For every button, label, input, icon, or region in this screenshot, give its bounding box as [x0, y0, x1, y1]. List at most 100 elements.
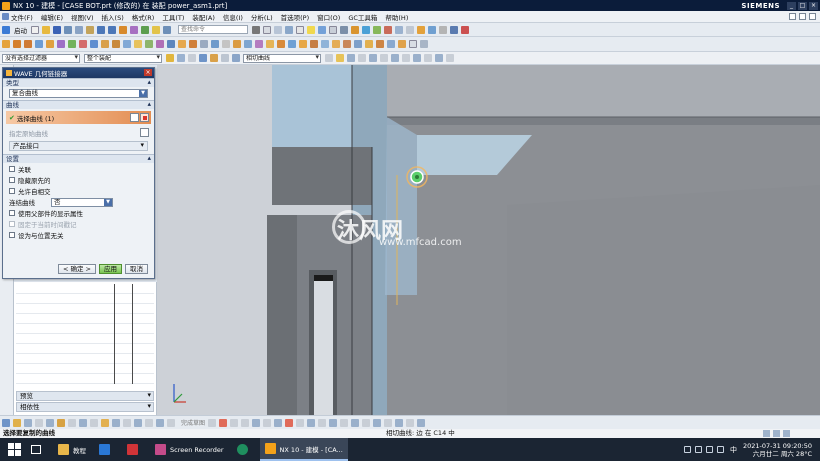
menu-tools[interactable]: 工具(T) [162, 12, 184, 22]
position-independent-option[interactable]: 设为与位置无关 [9, 230, 148, 240]
mirror-curve-icon[interactable] [329, 418, 338, 427]
offset-curve-icon[interactable] [299, 40, 307, 48]
close-button[interactable]: × [809, 1, 818, 10]
model-geometry[interactable] [157, 65, 820, 415]
status-icon[interactable] [763, 430, 770, 437]
cancel-button[interactable]: 取消 [125, 264, 148, 274]
command-search-input[interactable]: 查找命令 [178, 25, 248, 34]
menu-format[interactable]: 格式(R) [132, 12, 155, 22]
search-icon[interactable] [252, 25, 260, 34]
dependencies-section[interactable]: 相依性 [16, 402, 154, 412]
stop-at-intersection-icon[interactable] [325, 54, 333, 62]
hide-original-option[interactable]: 隐藏原先的 [9, 175, 148, 185]
conic-icon[interactable] [145, 418, 153, 427]
position-independent-checkbox[interactable] [9, 232, 15, 238]
clearance-icon[interactable] [406, 25, 414, 34]
taskbar-app-3[interactable] [122, 438, 147, 461]
quadrant-snap-icon[interactable] [402, 54, 410, 62]
status-icon[interactable] [773, 430, 780, 437]
menu-preferences[interactable]: 首选项(P) [281, 12, 310, 22]
line-icon[interactable] [244, 40, 252, 48]
intersect-icon[interactable] [90, 40, 98, 48]
sketch-line-red-icon[interactable] [219, 418, 228, 427]
work-layer-icon[interactable] [340, 25, 348, 34]
menu-insert[interactable]: 插入(S) [102, 12, 124, 22]
open-folder-icon[interactable] [42, 25, 50, 34]
product-interface-icon[interactable] [439, 25, 447, 34]
quickpick-icon[interactable] [210, 54, 218, 62]
taskbar-app-browser[interactable] [232, 438, 257, 461]
intersection-curve-icon[interactable] [288, 40, 296, 48]
datum-csys-icon[interactable] [222, 40, 230, 48]
volume-icon[interactable] [716, 446, 724, 453]
curve-rule-dropdown[interactable]: 相切曲线 [243, 53, 321, 63]
bounded-plane-icon[interactable] [354, 40, 362, 48]
sketch-icon[interactable] [2, 40, 10, 48]
menu-icon[interactable] [2, 13, 9, 20]
taskbar-app-2[interactable] [94, 438, 119, 461]
finish-sketch-label[interactable]: 完成草图 [181, 418, 205, 427]
sew-icon[interactable] [365, 40, 373, 48]
redo-icon[interactable] [108, 25, 116, 34]
make-corner-icon[interactable] [307, 418, 316, 427]
studio-spline-icon[interactable] [156, 418, 164, 427]
taskbar-app-nx[interactable]: NX 10 - 建模 - [CA... [259, 438, 348, 461]
preview-section[interactable]: 预览 [16, 391, 154, 401]
link-icon[interactable] [450, 25, 458, 34]
menu-window[interactable]: 窗口(O) [317, 12, 340, 22]
chevron-down-icon[interactable]: ▼ [139, 90, 147, 97]
lightbulb-icon[interactable] [307, 25, 315, 34]
mirror-icon[interactable] [156, 40, 164, 48]
ok-button[interactable]: < 确定 > [57, 264, 96, 274]
extrude-icon[interactable] [13, 40, 21, 48]
refresh-icon[interactable] [163, 25, 171, 34]
assembly-icon[interactable] [362, 25, 370, 34]
grid-icon[interactable] [263, 25, 271, 34]
constraint-icon[interactable] [373, 25, 381, 34]
use-parent-display-option[interactable]: 使用父部件的显示属性 [9, 208, 148, 218]
cut-icon[interactable] [64, 25, 72, 34]
wave-icon[interactable] [395, 25, 403, 34]
chevron-down-icon[interactable]: ▼ [104, 198, 112, 206]
sweep-icon[interactable] [321, 40, 329, 48]
view-section-icon[interactable] [329, 25, 337, 34]
display-icon[interactable] [318, 25, 326, 34]
split-body-icon[interactable] [178, 40, 186, 48]
orient-view-icon[interactable] [285, 25, 293, 34]
convert-reference-icon[interactable] [384, 418, 393, 427]
type-dropdown[interactable]: 复合曲线 ▼ [9, 89, 148, 98]
chamfer-icon[interactable] [112, 40, 120, 48]
trim-body-icon[interactable] [167, 40, 175, 48]
type-group-header[interactable]: 类型 [3, 78, 154, 87]
new-file-icon[interactable] [31, 25, 39, 34]
reattach-icon[interactable] [24, 418, 32, 427]
sketch-circle2-icon[interactable] [241, 418, 250, 427]
geometric-constraint-icon[interactable] [362, 418, 371, 427]
part-navigator-icon[interactable] [351, 25, 359, 34]
menu-info[interactable]: 信息(I) [223, 12, 243, 22]
start-icon[interactable] [2, 25, 10, 34]
allow-self-intersect-option[interactable]: 允许自相交 [9, 186, 148, 196]
measure-icon[interactable] [387, 40, 395, 48]
view-sketch-icon[interactable] [35, 418, 43, 427]
window-icon[interactable] [141, 25, 149, 34]
rectangle-icon[interactable] [112, 418, 120, 427]
control-point-snap-icon[interactable] [369, 54, 377, 62]
arc-icon[interactable] [255, 40, 263, 48]
polygon-icon[interactable] [123, 418, 131, 427]
through-curves-icon[interactable] [332, 40, 340, 48]
revolve-icon[interactable] [24, 40, 32, 48]
intersection-snap-icon[interactable] [380, 54, 388, 62]
ruled-icon[interactable] [343, 40, 351, 48]
point-on-face-snap-icon[interactable] [435, 54, 443, 62]
menu-help[interactable]: 帮助(H) [385, 12, 408, 22]
minimize-button[interactable]: _ [787, 1, 796, 10]
clock[interactable]: 2021-07-31 09:20:50 六月廿二 周六 28°C [743, 442, 812, 458]
product-interface-header[interactable]: 产品接口 [9, 141, 148, 151]
doc-restore-icon[interactable] [799, 13, 806, 20]
start-button[interactable]: 启动 [14, 25, 27, 35]
auto-constrain-icon[interactable] [373, 418, 382, 427]
sketch-line-icon[interactable] [68, 418, 76, 427]
move-component-icon[interactable] [384, 25, 392, 34]
sketch-plane-icon[interactable] [13, 418, 21, 427]
